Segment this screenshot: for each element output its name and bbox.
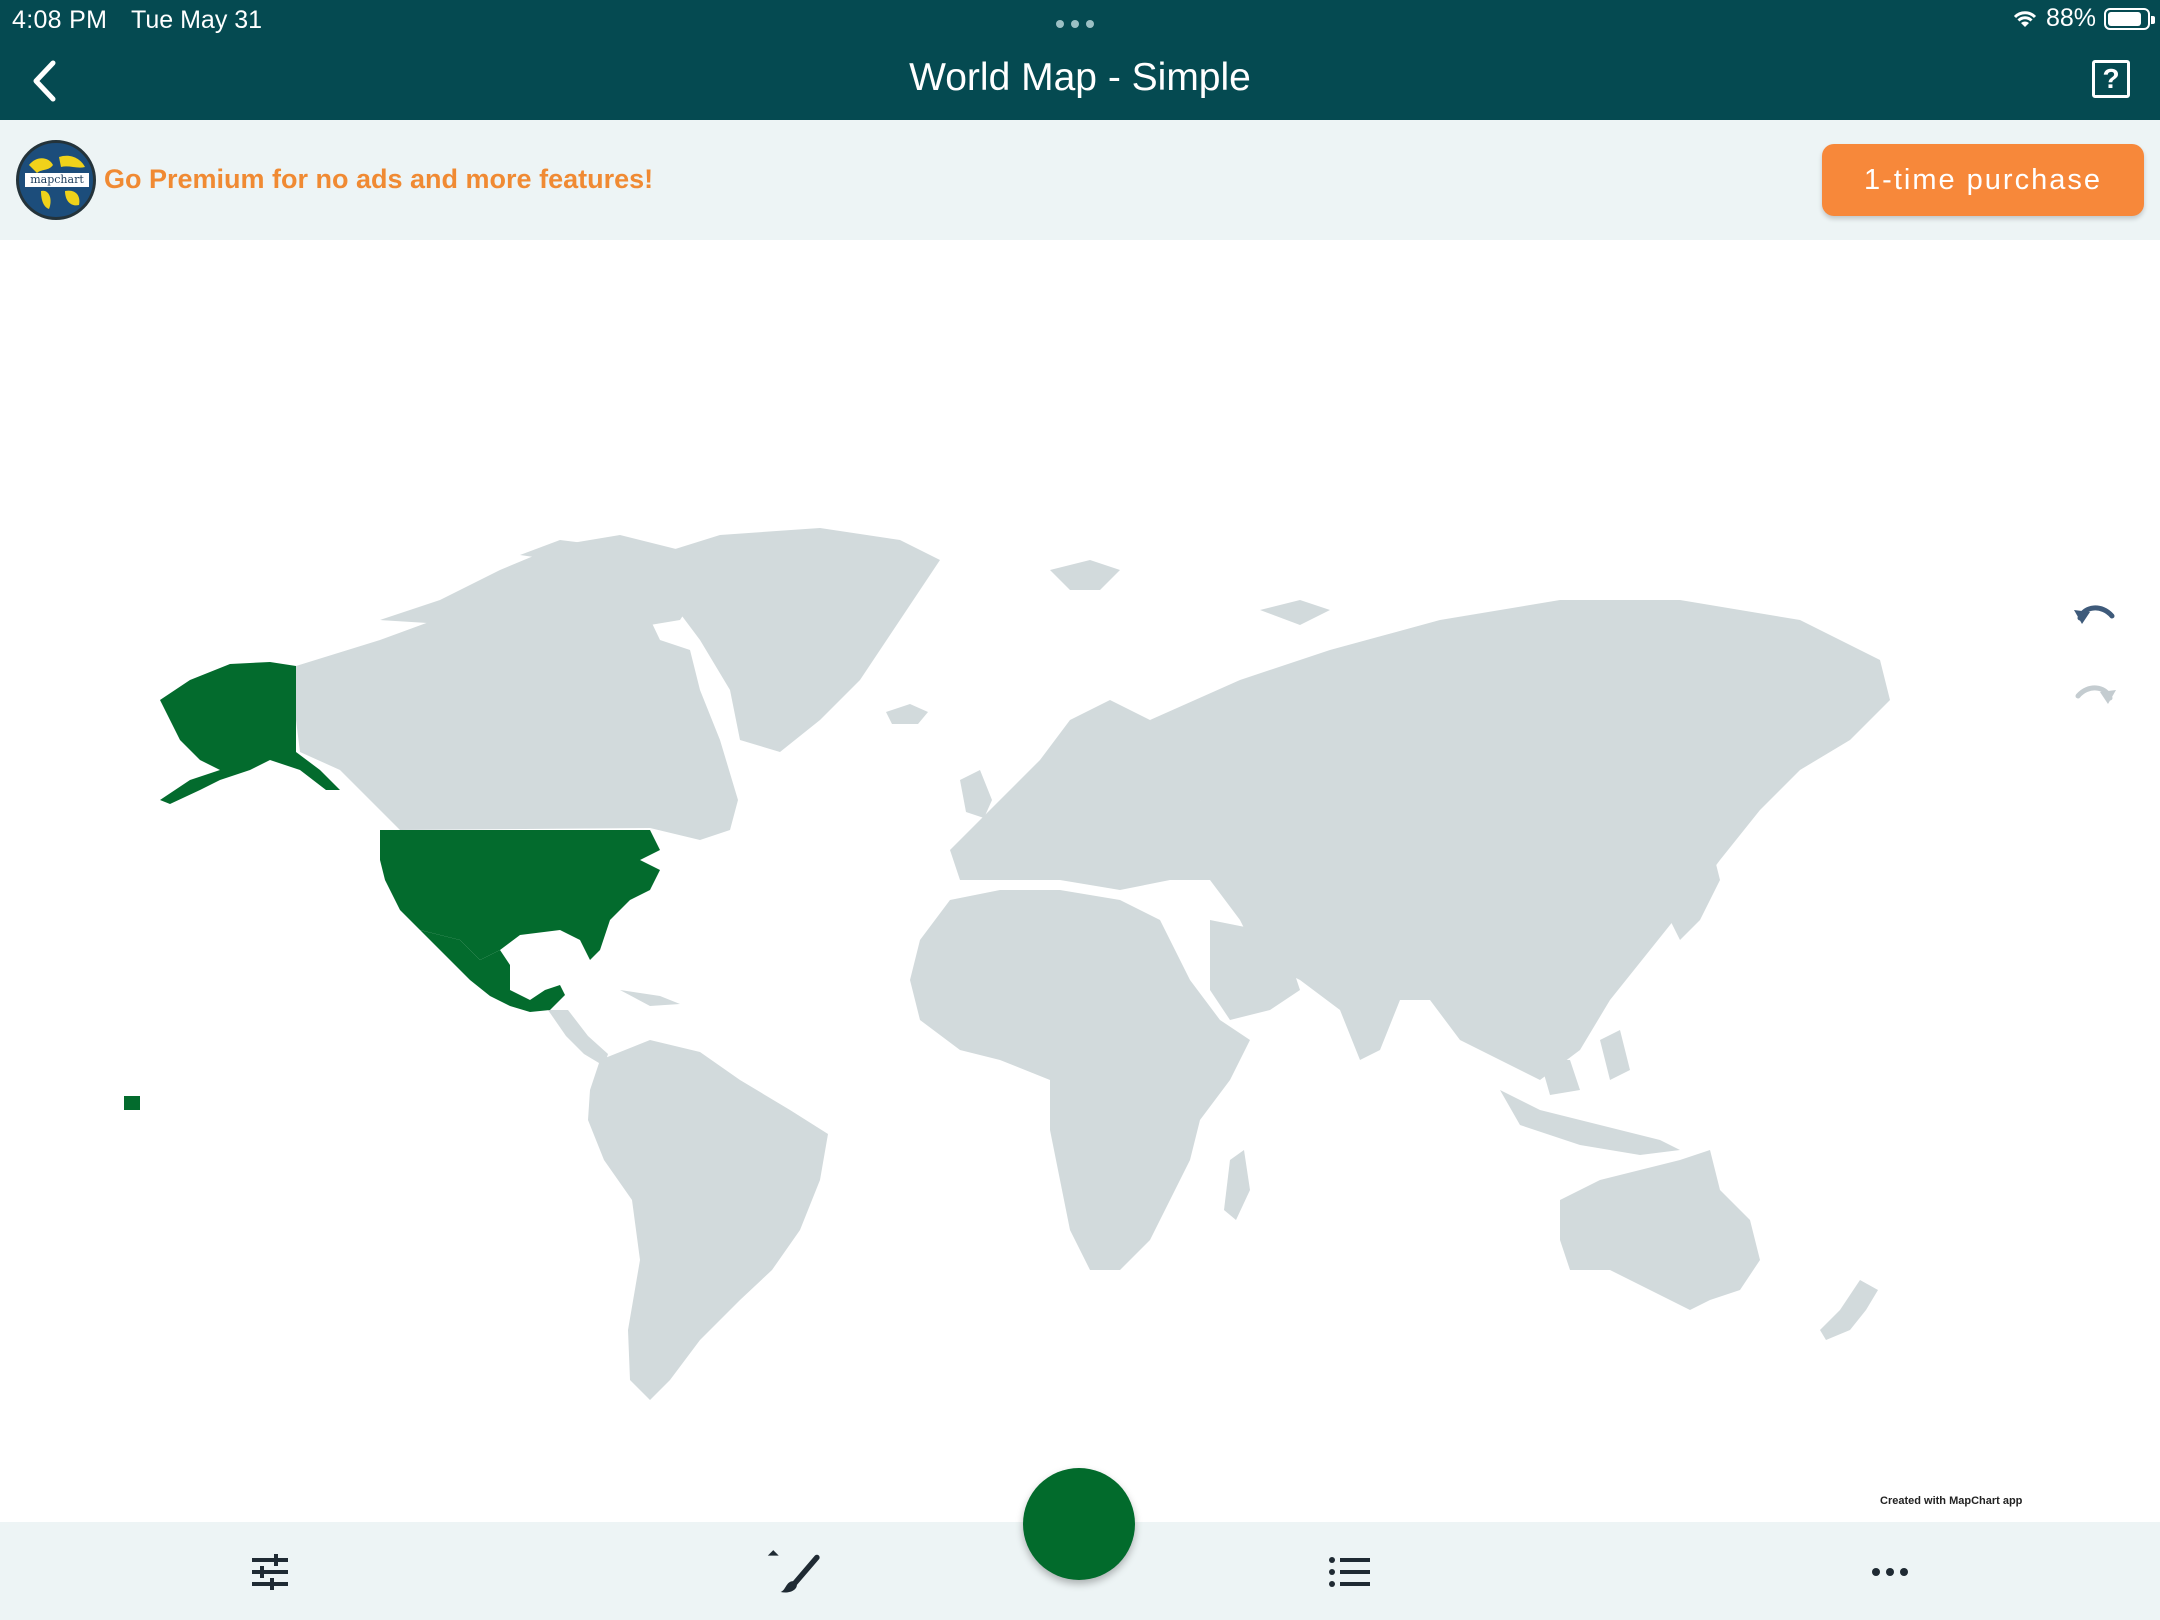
legend-list-button[interactable] xyxy=(1320,1544,1380,1600)
status-time: 4:08 PM xyxy=(12,6,108,34)
app-window: 4:08 PM Tue May 31 88% World Map - Simpl… xyxy=(0,0,2160,1620)
settings-button[interactable] xyxy=(240,1544,300,1600)
map-region-hawaii[interactable] xyxy=(124,1096,140,1110)
more-icon xyxy=(1872,1568,1908,1576)
status-date: Tue May 31 xyxy=(131,6,263,34)
top-bar: 4:08 PM Tue May 31 88% World Map - Simpl… xyxy=(0,0,2160,120)
premium-message[interactable]: Go Premium for no ads and more features! xyxy=(104,164,653,195)
paintbrush-icon xyxy=(767,1550,820,1593)
map-region-central-america[interactable] xyxy=(548,1010,608,1066)
map-credit: Created with MapChart app xyxy=(1880,1495,2023,1507)
mapchart-logo: mapchart xyxy=(16,140,96,220)
map-region-canada[interactable] xyxy=(296,598,738,840)
list-icon xyxy=(1329,1557,1370,1587)
map-region-madagascar[interactable] xyxy=(1224,1150,1250,1220)
redo-icon xyxy=(2075,685,2116,704)
world-map[interactable] xyxy=(0,240,2160,1520)
paint-tool-button[interactable] xyxy=(766,1544,826,1600)
page-title: World Map - Simple xyxy=(909,56,1251,99)
battery-icon xyxy=(2104,7,2155,30)
map-region-united-states[interactable] xyxy=(380,830,660,960)
undo-button[interactable] xyxy=(2070,596,2120,636)
map-region-south-america[interactable] xyxy=(588,1040,828,1400)
sliders-icon xyxy=(252,1554,288,1590)
question-square-icon: ? xyxy=(2102,63,2120,94)
status-right: 88% xyxy=(2012,4,2155,33)
map-region-indonesia[interactable] xyxy=(1500,1090,1680,1155)
map-region-uk[interactable] xyxy=(960,770,992,818)
undo-icon xyxy=(2074,605,2115,624)
map-region-iceland[interactable] xyxy=(886,704,928,724)
map-region-australia[interactable] xyxy=(1560,1150,1760,1310)
battery-percent: 88% xyxy=(2045,4,2096,32)
help-button[interactable]: ? xyxy=(2092,60,2130,98)
redo-button[interactable] xyxy=(2070,676,2120,716)
color-picker-fab[interactable] xyxy=(1023,1468,1135,1580)
map-region-new-zealand[interactable] xyxy=(1820,1280,1878,1340)
wifi-icon xyxy=(2013,10,2037,27)
more-options-button[interactable] xyxy=(1860,1544,1920,1600)
logo-text: mapchart xyxy=(25,173,89,187)
map-region-africa[interactable] xyxy=(910,890,1250,1270)
multitask-dots[interactable] xyxy=(1056,20,1094,28)
purchase-button[interactable]: 1-time purchase xyxy=(1822,144,2144,216)
